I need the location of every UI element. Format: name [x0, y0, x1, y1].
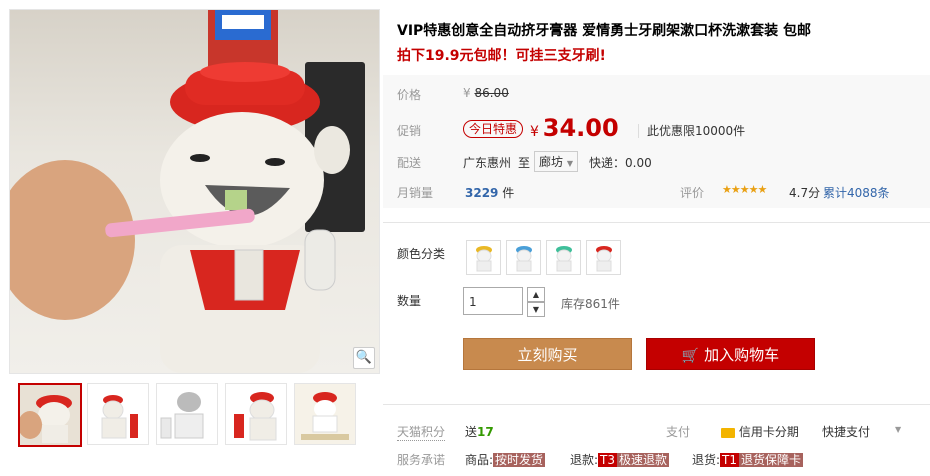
- monthly-sales: 3229 件: [465, 184, 514, 201]
- stock-count: 库存861件: [561, 297, 620, 311]
- thumbnail-strip: [9, 383, 379, 449]
- currency-symbol: ¥: [463, 86, 471, 100]
- divider: [638, 124, 639, 138]
- quantity-label: 数量: [397, 294, 422, 308]
- sales-unit: 件: [502, 186, 515, 200]
- thumb-image: [20, 385, 80, 445]
- color-label: 颜色分类: [397, 247, 446, 261]
- thumbnail-2[interactable]: [87, 383, 149, 445]
- quantity-decrease-button[interactable]: ▼: [527, 302, 545, 317]
- price-label: 价格: [397, 88, 422, 102]
- on-time-shipping-badge[interactable]: 按时发货: [493, 453, 546, 467]
- color-option-red[interactable]: [586, 240, 621, 275]
- thumbnail-3[interactable]: [156, 383, 218, 445]
- promo-label: 促销: [397, 124, 422, 138]
- original-price-value: 86.00: [474, 86, 509, 100]
- shipping-to-word: 至: [518, 156, 531, 170]
- credit-card-installment[interactable]: 信用卡分期: [721, 423, 799, 440]
- thumb-image: [157, 384, 217, 444]
- review-count-link[interactable]: 累计4088条: [823, 184, 890, 201]
- quantity-increase-button[interactable]: ▲: [527, 287, 545, 302]
- zoom-icon[interactable]: 🔍: [353, 347, 375, 369]
- return-t1-badge: T1: [720, 453, 740, 467]
- goods-label: 商品:: [465, 453, 494, 467]
- swatch-image: [596, 246, 612, 272]
- quick-pay: 快捷支付: [822, 425, 871, 439]
- city-name: 廊坊: [539, 155, 564, 169]
- section-divider: [383, 222, 930, 223]
- promo-tag: 今日特惠: [463, 120, 524, 138]
- chevron-down-icon[interactable]: ▼: [895, 425, 901, 434]
- product-subtitle: 拍下19.9元包邮！可挂三支牙刷!: [397, 48, 606, 64]
- quantity-input[interactable]: 1: [463, 287, 523, 315]
- color-option-yellow[interactable]: [466, 240, 501, 275]
- chevron-down-icon: ▼: [566, 159, 573, 168]
- service-return: 退货: T1 退货保障卡: [692, 451, 804, 468]
- buy-now-button[interactable]: 立刻购买: [463, 338, 632, 370]
- original-price: ¥ 86.00: [463, 86, 509, 100]
- active-thumb-arrow: [47, 383, 59, 385]
- main-product-image[interactable]: 🔍: [9, 9, 380, 374]
- add-to-cart-label: 加入购物车: [704, 346, 780, 364]
- thumbnail-5[interactable]: [294, 383, 356, 445]
- promo-currency: ¥: [530, 124, 539, 140]
- return-guarantee-badge[interactable]: 退货保障卡: [739, 453, 804, 467]
- express-fee: 快递：0.00: [589, 156, 652, 170]
- color-option-blue[interactable]: [506, 240, 541, 275]
- rating-label: 评价: [680, 186, 705, 200]
- thumbnail-4[interactable]: [225, 383, 287, 445]
- rating-score: 4.7分: [789, 186, 821, 200]
- refund-t3-badge: T3: [598, 453, 618, 467]
- toothpaste-dispenser-photo: [10, 10, 365, 373]
- points-prefix: 送: [465, 425, 478, 439]
- tmall-points: 送17: [465, 423, 494, 440]
- shipping-label: 配送: [397, 156, 422, 170]
- thumb-image: [295, 384, 355, 444]
- promo-price-value: 34.00: [542, 114, 619, 142]
- promo-price: ¥ 34.00: [530, 114, 619, 142]
- swatch-image: [556, 246, 572, 272]
- section-divider: [383, 404, 930, 405]
- credit-card-icon: [721, 427, 735, 438]
- thumb-image: [88, 384, 148, 444]
- swatch-image: [476, 246, 492, 272]
- service-label: 服务承诺: [397, 453, 446, 467]
- points-value: 17: [477, 425, 494, 439]
- shipping-from: 广东惠州: [463, 156, 512, 170]
- star-rating-icon: ★★★★★: [722, 183, 767, 196]
- cart-icon: 🛒: [681, 348, 700, 364]
- service-goods: 商品: 按时发货: [465, 451, 546, 468]
- promo-limit: 此优惠限10000件: [647, 124, 746, 138]
- credit-card-label: 信用卡分期: [738, 425, 799, 439]
- tmall-points-label[interactable]: 天猫积分: [397, 423, 446, 441]
- sales-count: 3229: [465, 186, 499, 200]
- promo-badge: 今日特惠: [463, 120, 524, 138]
- refund-label: 退款:: [570, 453, 599, 467]
- monthly-sales-label: 月销量: [397, 186, 434, 200]
- city-selector[interactable]: 廊坊 ▼: [534, 151, 578, 172]
- return-label: 退货:: [692, 453, 721, 467]
- payment-label: 支付: [666, 425, 691, 439]
- add-to-cart-button[interactable]: 🛒 加入购物车: [646, 338, 815, 370]
- swatch-image: [516, 246, 532, 272]
- product-title: VIP特惠创意全自动挤牙膏器 爱情勇士牙刷架漱口杯洗漱套装 包邮: [397, 23, 812, 39]
- thumb-image: [226, 384, 286, 444]
- thumbnail-1[interactable]: [18, 383, 82, 447]
- service-refund: 退款: T3 极速退款: [570, 451, 670, 468]
- color-option-green[interactable]: [546, 240, 581, 275]
- fast-refund-badge[interactable]: 极速退款: [617, 453, 670, 467]
